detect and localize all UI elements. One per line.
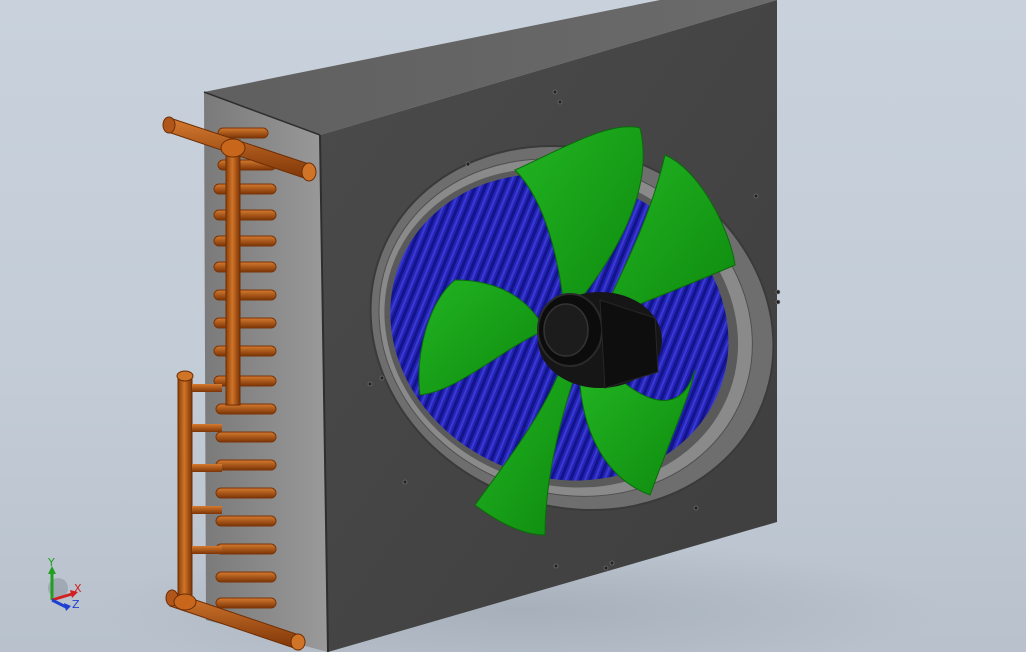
triad-z-axis bbox=[51, 598, 67, 609]
triad-y-label: Y bbox=[47, 556, 55, 569]
triad-z-arrow bbox=[64, 603, 71, 611]
header-pipe-vertical[interactable] bbox=[225, 139, 241, 406]
cad-viewport[interactable]: Y X Z bbox=[0, 0, 1026, 652]
motor-hub[interactable] bbox=[537, 292, 662, 389]
triad-z-label: Z bbox=[72, 598, 80, 611]
condenser-model[interactable]: Y X Z bbox=[0, 0, 1026, 652]
triad-x-label: X bbox=[74, 582, 82, 595]
coordinate-triad: Y X Z bbox=[47, 556, 82, 611]
